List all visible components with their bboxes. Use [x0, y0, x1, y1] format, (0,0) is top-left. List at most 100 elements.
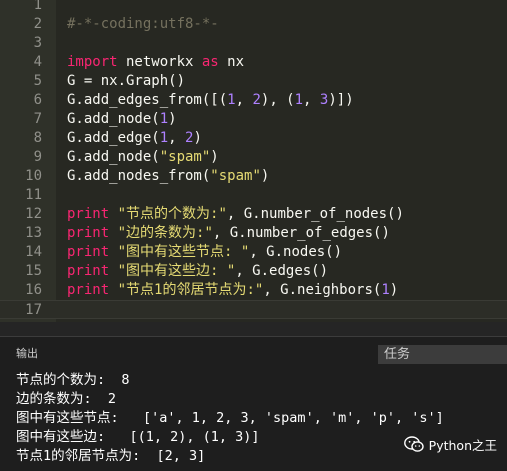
code-line[interactable]: 1 — [0, 0, 507, 15]
code-text: print "图中有这些边: ", G.edges() — [67, 262, 328, 281]
line-number: 7 — [33, 110, 42, 127]
code-token: ), ( — [260, 91, 295, 108]
code-token: print — [67, 262, 110, 279]
code-line[interactable]: 14 print "图中有这些节点: ", G.nodes() — [0, 243, 507, 262]
code-token: 1 — [159, 129, 169, 146]
code-line[interactable]: 11 — [0, 186, 507, 205]
line-number: 5 — [33, 72, 42, 89]
code-token: print — [67, 281, 110, 298]
code-token: , G.number_of_edges() — [212, 224, 390, 241]
line-number: 11 — [25, 186, 42, 203]
code-token: G.add_node( — [67, 148, 160, 165]
line-number: 15 — [25, 262, 42, 279]
code-token: "节点1的邻居节点为:" — [117, 281, 264, 298]
code-token: 1 — [381, 281, 390, 298]
code-line[interactable]: 9 G.add_node("spam") — [0, 148, 507, 167]
code-token: "spam" — [210, 167, 261, 184]
code-line[interactable]: 16 print "节点1的邻居节点为:", G.neighbors(1) — [0, 281, 507, 300]
code-token: "节点的个数为:" — [117, 205, 227, 222]
code-token: ) — [210, 148, 219, 165]
code-token: ) — [389, 281, 399, 298]
line-number: 4 — [33, 53, 42, 70]
code-text: G.add_edges_from([(1, 2), (1, 3)]) — [67, 91, 354, 110]
output-line: 节点的个数为: 8 — [16, 372, 130, 388]
code-text: G.add_node("spam") — [67, 148, 219, 167]
code-token: , G.edges() — [235, 262, 329, 279]
line-number: 10 — [25, 167, 42, 184]
code-text: print "边的条数为:", G.number_of_edges() — [67, 224, 390, 243]
code-token: ) — [168, 110, 177, 127]
code-text: G.add_nodes_from("spam") — [67, 167, 269, 186]
code-line[interactable]: 17 — [0, 299, 507, 319]
code-line[interactable]: 7 G.add_node(1) — [0, 110, 507, 129]
line-number: 17 — [25, 301, 42, 318]
code-token: G.add_node( — [67, 110, 160, 127]
code-token: G.add_edges_from([( — [67, 91, 228, 108]
code-line[interactable]: 8 G.add_edge(1, 2) — [0, 129, 507, 148]
code-token: , G.neighbors( — [263, 281, 382, 298]
code-editor[interactable]: 1 2 #-*-coding:utf8-*- 3 4 import networkx as… — [0, 0, 507, 322]
code-text: G.add_node(1) — [67, 110, 177, 129]
code-token: , — [168, 129, 186, 146]
code-text: #-*-coding:utf8-*- — [67, 15, 219, 34]
line-number: 9 — [33, 148, 42, 165]
tab-tasks[interactable]: 任务 — [378, 345, 507, 364]
code-text: print "节点1的邻居节点为:", G.neighbors(1) — [67, 281, 398, 300]
output-line: 图中有这些节点: ['a', 1, 2, 3, 'spam', 'm', 'p'… — [16, 410, 444, 426]
code-text: G = nx.Graph() — [67, 72, 185, 91]
output-line: 边的条数为: 2 — [16, 391, 117, 407]
line-number: 1 — [33, 0, 42, 13]
code-token: ) — [193, 129, 202, 146]
code-token: , — [303, 91, 320, 108]
output-line: 图中有这些边: [(1, 2), (1, 3)] — [16, 429, 260, 445]
code-text: print "节点的个数为:", G.number_of_nodes() — [67, 205, 404, 224]
code-token: 1 — [159, 110, 169, 127]
code-line[interactable]: 15 print "图中有这些边: ", G.edges() — [0, 262, 507, 281]
code-text: print "图中有这些节点: ", G.nodes() — [67, 243, 342, 262]
code-token: import — [67, 53, 118, 70]
code-token: print — [67, 205, 110, 222]
line-number: 13 — [25, 224, 42, 241]
code-token: G = nx.Graph() — [67, 72, 186, 89]
line-number: 2 — [33, 15, 42, 32]
code-token: print — [67, 243, 110, 260]
code-token: "spam" — [159, 148, 211, 165]
code-line[interactable]: 5 G = nx.Graph() — [0, 72, 507, 91]
watermark: Python之王 — [403, 433, 497, 455]
code-line[interactable]: 4 import networkx as nx — [0, 53, 507, 72]
line-number: 3 — [33, 34, 42, 51]
code-token: networkx — [117, 53, 202, 70]
line-number: 6 — [33, 91, 42, 108]
output-panel-title: 输出 — [16, 347, 38, 360]
code-line[interactable]: 6 G.add_edges_from([(1, 2), (1, 3)]) — [0, 91, 507, 110]
code-token: , G.nodes() — [249, 243, 343, 260]
watermark-text: Python之王 — [428, 437, 497, 453]
code-line[interactable]: 13 print "边的条数为:", G.number_of_edges() — [0, 224, 507, 243]
code-token: )]) — [328, 91, 354, 108]
code-line[interactable]: 12 print "节点的个数为:", G.number_of_nodes() — [0, 205, 507, 224]
panel-divider[interactable] — [0, 322, 507, 336]
code-token: 2 — [252, 91, 261, 108]
code-line[interactable]: 3 — [0, 34, 507, 53]
code-line[interactable]: 2 #-*-coding:utf8-*- — [0, 15, 507, 34]
code-line[interactable]: 10 G.add_nodes_from("spam") — [0, 167, 507, 186]
code-token: nx — [218, 53, 245, 70]
code-token: 1 — [227, 91, 236, 108]
code-token: #-*-coding:utf8-*- — [67, 15, 219, 32]
code-text: import networkx as nx — [67, 53, 244, 72]
code-token: 1 — [294, 91, 304, 108]
line-number: 14 — [25, 243, 42, 260]
code-token: , G.number_of_nodes() — [226, 205, 404, 222]
wechat-icon — [403, 435, 424, 452]
line-number: 16 — [25, 281, 42, 298]
code-token: "图中有这些边: " — [117, 262, 236, 279]
code-token: G.add_edge( — [67, 129, 160, 146]
code-token: , — [235, 91, 253, 108]
line-number: 12 — [25, 205, 42, 222]
code-token: "图中有这些节点: " — [117, 243, 250, 260]
output-line: 节点1的邻居节点为: [2, 3] — [16, 448, 206, 464]
